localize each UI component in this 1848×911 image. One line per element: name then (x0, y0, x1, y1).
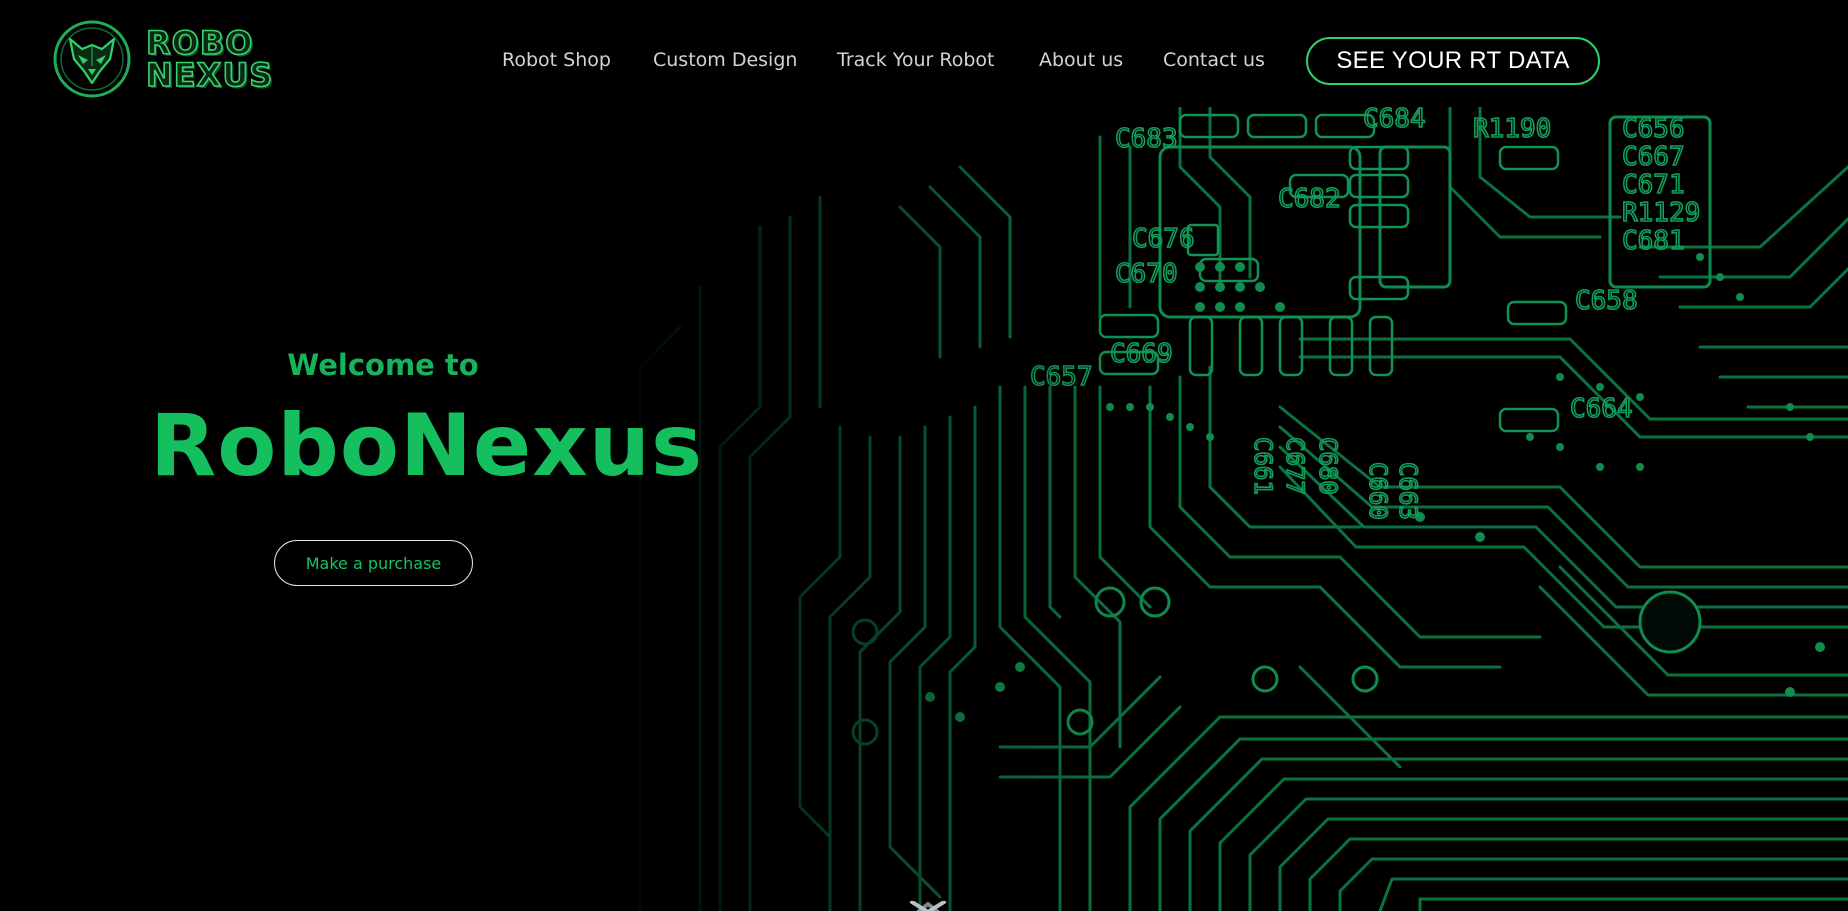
pcb-label: C683 (1115, 124, 1178, 154)
pcb-label: C680 (1314, 437, 1342, 495)
pcb-label: C656 (1622, 114, 1685, 144)
pcb-label: C657 (1030, 362, 1093, 392)
pcb-label: R1190 (1473, 114, 1551, 144)
pcb-label: C676 (1132, 224, 1195, 254)
circuit-board-image: C683 C684 R1190 C656 C667 C671 R1129 C68… (608, 107, 1848, 911)
page: ROBO NEXUS Robot Shop Custom Design Trac… (0, 0, 1848, 911)
pcb-label: C658 (1575, 286, 1638, 316)
pcb-label: C667 (1622, 142, 1685, 172)
pcb-label: C663 (1394, 462, 1422, 520)
pcb-label: R1129 (1622, 198, 1700, 228)
pcb-label: C681 (1622, 226, 1685, 256)
pcb-label: C682 (1278, 184, 1341, 214)
hero-brand-title: RoboNexus (150, 396, 704, 496)
pcb-label: C671 (1622, 170, 1685, 200)
pcb-label: C677 (1281, 437, 1309, 495)
pcb-label: C660 (1364, 462, 1392, 520)
pcb-label: C684 (1363, 107, 1426, 134)
hero-welcome-text: Welcome to (287, 348, 479, 382)
site-header: ROBO NEXUS Robot Shop Custom Design Trac… (0, 0, 1848, 107)
chevron-down-icon[interactable] (908, 901, 948, 911)
nav-custom-design[interactable]: Custom Design (653, 48, 797, 72)
make-purchase-button[interactable]: Make a purchase (274, 540, 473, 586)
pcb-label: C661 (1249, 437, 1277, 495)
see-rt-data-button[interactable]: SEE YOUR RT DATA (1306, 37, 1600, 85)
pcb-label: C669 (1110, 339, 1173, 369)
nav-track-your-robot[interactable]: Track Your Robot (837, 48, 994, 72)
pcb-label: C664 (1570, 394, 1633, 424)
pcb-label: C670 (1115, 259, 1178, 289)
nav-about-us[interactable]: About us (1039, 48, 1123, 72)
hero-section: C683 C684 R1190 C656 C667 C671 R1129 C68… (0, 107, 1848, 911)
nav-contact-us[interactable]: Contact us (1163, 48, 1265, 72)
nav-robot-shop[interactable]: Robot Shop (502, 48, 611, 72)
